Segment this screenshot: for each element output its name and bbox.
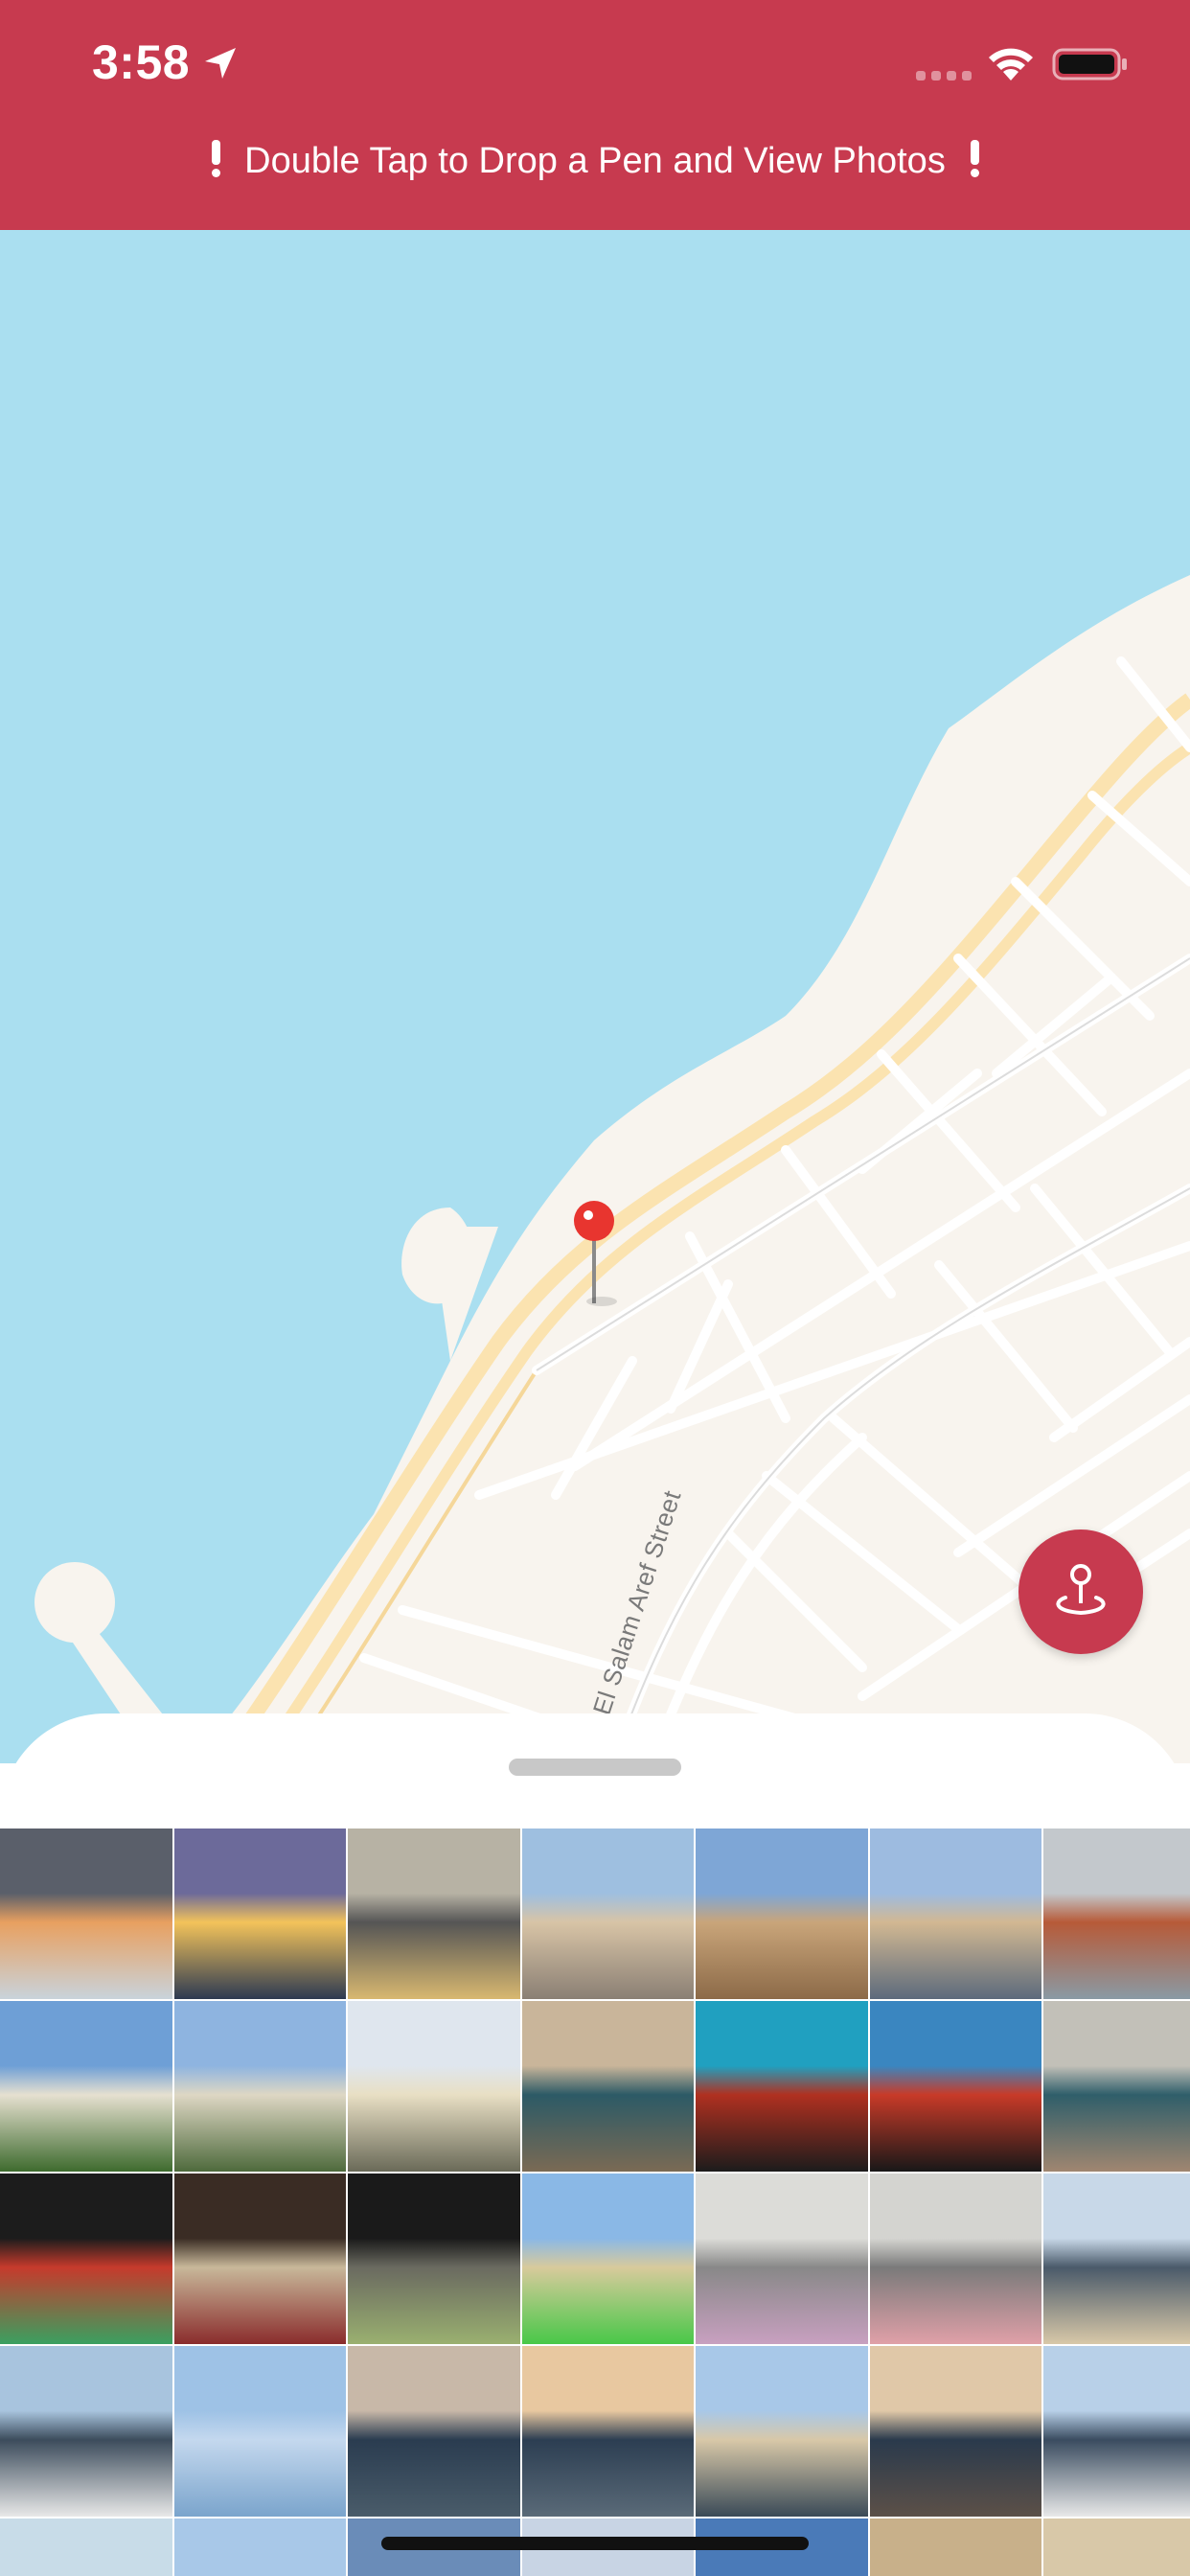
photo-thumbnail[interactable] [1043, 2518, 1190, 2576]
location-pin-icon [1056, 1564, 1106, 1616]
photo-thumbnail[interactable] [173, 1828, 346, 1999]
photo-thumbnail[interactable] [521, 2174, 694, 2344]
status-time: 3:58 [92, 35, 191, 89]
photo-thumbnail[interactable] [0, 2001, 172, 2172]
photo-thumbnail[interactable] [0, 1828, 172, 1999]
photo-thumbnail[interactable] [348, 2001, 520, 2172]
photo-thumbnail[interactable] [0, 2174, 172, 2344]
photo-thumbnail[interactable] [521, 2001, 694, 2172]
cellular-signal-icon [916, 71, 972, 80]
photo-thumbnail[interactable] [1043, 1828, 1190, 1999]
photo-thumbnail[interactable] [696, 2346, 868, 2517]
photo-thumbnail[interactable] [348, 1828, 520, 1999]
photo-thumbnail[interactable] [696, 2174, 868, 2344]
photo-thumbnail[interactable] [521, 1828, 694, 1999]
photo-thumbnail[interactable] [173, 2518, 346, 2576]
photo-thumbnail[interactable] [696, 1828, 868, 1999]
status-bar: 3:58 Double Tap to Drop a Pen and View P… [0, 0, 1190, 230]
battery-icon [1052, 48, 1127, 80]
photo-thumbnail[interactable] [0, 2346, 172, 2517]
map-canvas [34, 575, 1190, 1763]
instruction-banner: Double Tap to Drop a Pen and View Photos [0, 140, 1190, 194]
photo-thumbnail[interactable] [521, 2346, 694, 2517]
photo-thumbnail[interactable] [869, 1828, 1041, 1999]
map-view[interactable]: Abd El Salam Aref Street [0, 230, 1190, 1763]
photo-thumbnail[interactable] [696, 2001, 868, 2172]
location-arrow-icon [205, 48, 236, 79]
photo-thumbnail[interactable] [173, 2174, 346, 2344]
photo-thumbnail[interactable] [1043, 2001, 1190, 2172]
instruction-text: Double Tap to Drop a Pen and View Photos [244, 141, 946, 181]
photo-thumbnail[interactable] [1043, 2346, 1190, 2517]
photo-thumbnail[interactable] [173, 2346, 346, 2517]
photo-thumbnail[interactable] [348, 2174, 520, 2344]
photo-thumbnail[interactable] [1043, 2174, 1190, 2344]
exclamation-icon [208, 140, 223, 177]
photos-sheet[interactable] [0, 1714, 1190, 2576]
photo-thumbnail[interactable] [173, 2001, 346, 2172]
drop-pin-button[interactable] [1018, 1530, 1143, 1654]
photo-thumbnail[interactable] [869, 2174, 1041, 2344]
photo-thumbnail[interactable] [869, 2346, 1041, 2517]
wifi-icon [989, 48, 1033, 80]
photo-thumbnail[interactable] [348, 2346, 520, 2517]
photo-thumbnail[interactable] [869, 2518, 1041, 2576]
home-indicator [381, 2537, 809, 2550]
photo-thumbnail[interactable] [869, 2001, 1041, 2172]
photo-thumbnail[interactable] [0, 2518, 172, 2576]
exclamation-icon [967, 140, 982, 177]
sheet-grabber[interactable] [509, 1759, 681, 1776]
